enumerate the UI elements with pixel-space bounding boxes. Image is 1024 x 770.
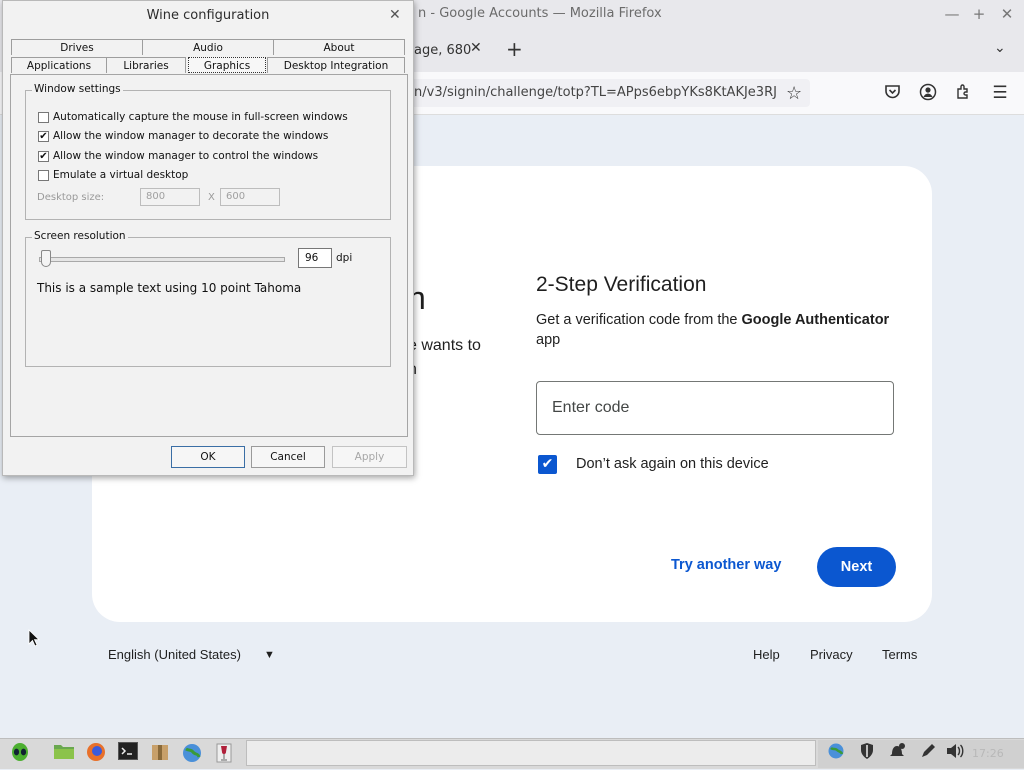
taskbar-task-area[interactable] bbox=[246, 740, 816, 766]
start-menu-alien-icon[interactable] bbox=[8, 742, 32, 764]
dpi-slider-handle[interactable] bbox=[41, 250, 51, 267]
extensions-icon[interactable] bbox=[953, 83, 975, 106]
capture-mouse-checkbox[interactable] bbox=[38, 112, 49, 123]
wine-titlebar[interactable]: Wine configuration ✕ bbox=[3, 1, 413, 31]
tab-title[interactable]: age, 680 bbox=[414, 43, 471, 58]
tab-close-icon[interactable]: ✕ bbox=[470, 40, 482, 56]
mouse-cursor-icon bbox=[28, 629, 40, 652]
minimize-button[interactable]: — bbox=[942, 5, 962, 23]
screen-resolution-legend: Screen resolution bbox=[32, 230, 128, 242]
decorate-windows-label[interactable]: Allow the window manager to decorate the… bbox=[53, 130, 328, 142]
tab-audio[interactable]: Audio bbox=[142, 39, 274, 55]
control-windows-checkbox[interactable]: ✔ bbox=[38, 151, 49, 162]
tray-clock[interactable]: 17:26 bbox=[972, 747, 1004, 760]
url-bar[interactable]: n/v3/signin/challenge/totp?TL=APps6ebpYK… bbox=[404, 79, 810, 107]
file-manager-icon[interactable] bbox=[52, 742, 76, 764]
tab-graphics[interactable]: Graphics bbox=[188, 57, 266, 73]
network-globe-icon[interactable] bbox=[180, 742, 204, 764]
verification-code-input[interactable] bbox=[536, 381, 894, 435]
sample-text: This is a sample text using 10 point Tah… bbox=[37, 281, 302, 295]
tray-volume-icon[interactable] bbox=[943, 742, 967, 764]
left-text-partial-1: e wants to bbox=[408, 337, 481, 354]
firefox-icon[interactable] bbox=[84, 742, 108, 764]
close-window-button[interactable]: ✕ bbox=[997, 5, 1017, 23]
apply-button[interactable]: Apply bbox=[332, 446, 407, 468]
cancel-button[interactable]: Cancel bbox=[251, 446, 325, 468]
desc-suffix: app bbox=[536, 332, 561, 348]
tray-shield-icon[interactable] bbox=[855, 742, 879, 764]
tray-notification-icon[interactable] bbox=[885, 742, 909, 764]
new-tab-button[interactable]: + bbox=[506, 37, 523, 61]
pocket-icon[interactable] bbox=[881, 83, 903, 105]
wine-title: Wine configuration bbox=[146, 8, 270, 23]
tab-libraries[interactable]: Libraries bbox=[106, 57, 186, 73]
menu-hamburger-icon[interactable]: ☰ bbox=[989, 83, 1011, 103]
next-button[interactable]: Next bbox=[817, 547, 896, 587]
capture-mouse-label[interactable]: Automatically capture the mouse in full-… bbox=[53, 111, 348, 123]
tab-applications[interactable]: Applications bbox=[11, 57, 107, 73]
wine-config-dialog: Wine configuration ✕ Drives Audio About … bbox=[2, 0, 414, 476]
dpi-input[interactable]: 96 bbox=[298, 248, 332, 268]
window-settings-legend: Window settings bbox=[32, 83, 123, 95]
desktop-size-label: Desktop size: bbox=[37, 192, 105, 203]
wine-app-icon[interactable] bbox=[212, 742, 236, 764]
desc-prefix: Get a verification code from the bbox=[536, 312, 742, 328]
virtual-desktop-label[interactable]: Emulate a virtual desktop bbox=[53, 169, 188, 181]
wine-close-icon[interactable]: ✕ bbox=[389, 7, 401, 23]
tray-pen-icon[interactable] bbox=[916, 742, 940, 764]
desc-app-name: Google Authenticator bbox=[741, 312, 890, 328]
virtual-desktop-checkbox[interactable] bbox=[38, 170, 49, 181]
tab-drives[interactable]: Drives bbox=[11, 39, 143, 55]
verification-description: Get a verification code from the Google … bbox=[536, 310, 906, 350]
archive-manager-icon[interactable] bbox=[148, 742, 172, 764]
dpi-unit-label: dpi bbox=[336, 252, 353, 264]
dont-ask-label[interactable]: Don’t ask again on this device bbox=[576, 456, 769, 472]
desktop-size-x: X bbox=[208, 192, 215, 203]
tab-desktop-integration[interactable]: Desktop Integration bbox=[267, 57, 405, 73]
desktop-height-input: 600 bbox=[220, 188, 280, 206]
footer-privacy-link[interactable]: Privacy bbox=[810, 647, 853, 662]
page-title: 2-Step Verification bbox=[536, 273, 707, 296]
bookmark-star-icon[interactable]: ☆ bbox=[786, 83, 802, 104]
control-windows-label[interactable]: Allow the window manager to control the … bbox=[53, 150, 318, 162]
ok-button[interactable]: OK bbox=[171, 446, 245, 468]
url-text[interactable]: n/v3/signin/challenge/totp?TL=APps6ebpYK… bbox=[414, 85, 777, 100]
maximize-button[interactable]: + bbox=[969, 5, 989, 23]
tab-about[interactable]: About bbox=[273, 39, 405, 55]
tray-network-globe-icon[interactable] bbox=[824, 742, 848, 764]
desktop-width-input: 800 bbox=[140, 188, 200, 206]
try-another-way-link[interactable]: Try another way bbox=[671, 557, 781, 573]
decorate-windows-checkbox[interactable]: ✔ bbox=[38, 131, 49, 142]
footer-help-link[interactable]: Help bbox=[753, 647, 780, 662]
dont-ask-checkbox[interactable]: ✔ bbox=[538, 455, 557, 474]
firefox-window-title: n - Google Accounts — Mozilla Firefox bbox=[418, 6, 662, 21]
terminal-icon[interactable] bbox=[116, 742, 140, 764]
footer-terms-link[interactable]: Terms bbox=[882, 647, 917, 662]
dpi-slider-track[interactable] bbox=[39, 257, 285, 262]
tab-list-chevron-icon[interactable]: ⌄ bbox=[994, 40, 1006, 56]
language-selector[interactable]: English (United States) bbox=[108, 647, 241, 662]
language-dropdown-icon[interactable]: ▼ bbox=[264, 649, 275, 661]
account-icon[interactable] bbox=[917, 83, 939, 106]
